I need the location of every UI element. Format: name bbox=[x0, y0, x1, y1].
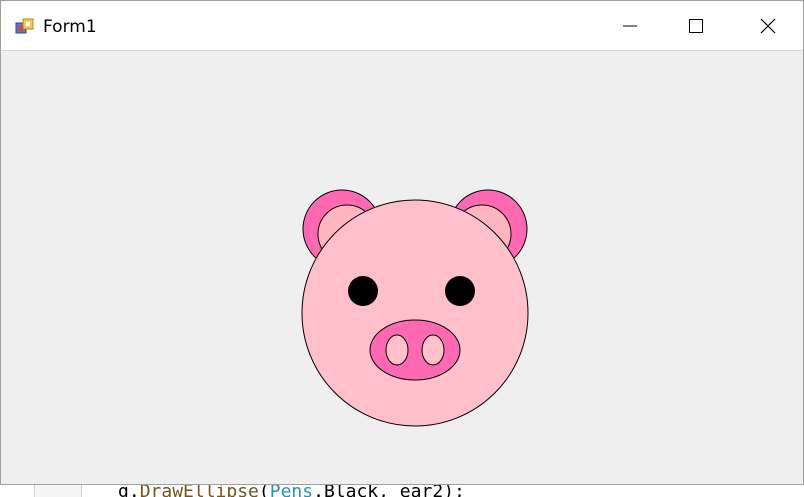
maximize-button[interactable] bbox=[663, 1, 729, 50]
code-type: Pens bbox=[269, 485, 314, 497]
form-window: Form1 bbox=[0, 0, 804, 485]
code-line: g.DrawEllipse(Pens.Black, ear2); bbox=[118, 485, 465, 497]
background-code-editor: g.DrawEllipse(Pens.Black, ear2); bbox=[0, 485, 804, 497]
close-icon bbox=[760, 18, 776, 33]
window-title: Form1 bbox=[43, 17, 97, 37]
editor-gutter bbox=[34, 485, 82, 497]
left-nostril bbox=[385, 334, 409, 366]
right-nostril bbox=[421, 334, 445, 366]
maximize-icon bbox=[689, 18, 703, 33]
minimize-icon bbox=[623, 25, 637, 26]
code-prefix: g. bbox=[118, 485, 140, 497]
code-open: ( bbox=[258, 485, 270, 497]
close-button[interactable] bbox=[735, 1, 801, 50]
winforms-app-icon bbox=[15, 18, 34, 34]
form-client-area bbox=[1, 51, 803, 484]
pig-face bbox=[301, 199, 529, 427]
title-bar[interactable]: Form1 bbox=[1, 1, 803, 51]
minimize-button[interactable] bbox=[597, 1, 663, 50]
left-eye bbox=[348, 276, 378, 306]
code-method: DrawEllipse bbox=[139, 485, 259, 497]
pig-snout bbox=[369, 319, 461, 381]
right-eye bbox=[445, 276, 475, 306]
code-rest: .Black, ear2); bbox=[313, 485, 465, 497]
pig-drawing bbox=[301, 189, 529, 427]
